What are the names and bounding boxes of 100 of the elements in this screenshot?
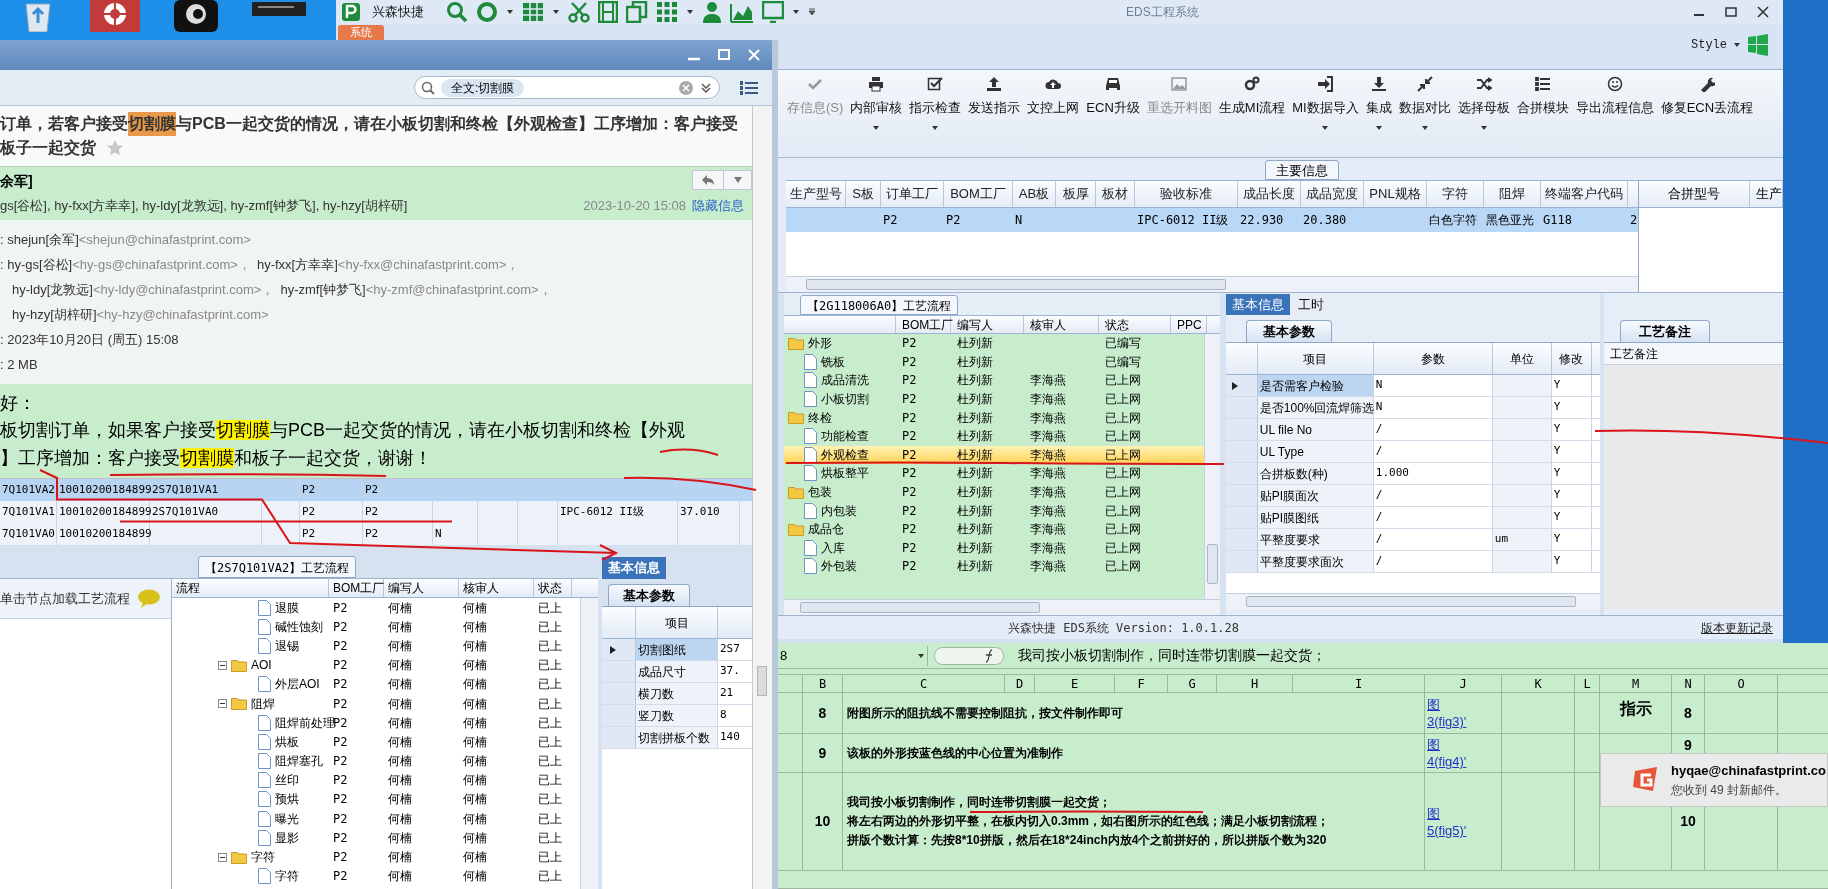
table-cell[interactable]: 贴PI膜图纸 [1257, 507, 1374, 528]
column-header[interactable]: 板材 [1096, 181, 1135, 207]
tree-row[interactable]: 成品仓 P2 杜列新 李海燕 已上网 [784, 519, 1204, 539]
tree-row[interactable]: 终检 P2 杜列新 李海燕 已上网 [784, 408, 1204, 427]
column-header[interactable]: E [1035, 675, 1115, 693]
ribbon-button[interactable]: 修复ECN丢流程 [1657, 76, 1757, 118]
tab[interactable]: 基本参数 [608, 584, 690, 606]
tree-row[interactable]: 阻焊 P2 何楠 何楠 已上 [172, 693, 580, 714]
tree-row[interactable]: 外层AOI P2 何楠 何楠 已上 [172, 674, 580, 694]
column-header[interactable]: PPC [1171, 316, 1207, 333]
tab[interactable]: 工时 [1291, 294, 1330, 315]
table-row[interactable]: P2 P2 N IPC-6012 II级 22.930 20.380 白色字符 黑色亚光 G118 2 [786, 208, 1638, 232]
copy-icon[interactable] [626, 1, 648, 23]
tree-row[interactable]: 字符 P2 何楠 何楠 已上 [172, 847, 580, 867]
column-header[interactable]: AB板 [1013, 181, 1056, 207]
customize-caret-icon[interactable] [808, 8, 816, 16]
tree-row[interactable]: 入库 P2 杜列新 李海燕 已上网 [784, 538, 1204, 558]
caret-icon[interactable] [686, 8, 694, 16]
column-header[interactable]: 阻焊 [1484, 181, 1541, 207]
column-header[interactable]: 合拼型号 [1639, 181, 1750, 207]
close-icon[interactable] [1757, 6, 1769, 18]
tree-row[interactable]: 曝光 P2 何楠 何楠 已上 [172, 809, 580, 829]
table-cell[interactable]: UL file No [1257, 419, 1374, 440]
tree-row[interactable]: 铣板 P2 杜列新 已编写 [784, 352, 1204, 372]
table-cell[interactable]: 贴PI膜面次 [1257, 485, 1374, 506]
ribbon-button[interactable]: 集成 [1362, 76, 1395, 132]
more-button[interactable] [724, 170, 752, 190]
tree-row[interactable]: 字符 P2 何楠 何楠 已上 [172, 866, 580, 886]
film-icon[interactable] [598, 1, 618, 23]
tree-row[interactable]: 显影 P2 何楠 何楠 已上 [172, 828, 580, 848]
hide-details-link[interactable]: 隐藏信息 [692, 196, 744, 216]
column-header[interactable]: 修改 [1551, 343, 1592, 374]
table-cell[interactable]: 平整度要求面次 [1257, 551, 1374, 572]
collapse-icon[interactable] [218, 852, 227, 862]
tree-row[interactable]: 烘板整平 P2 杜列新 李海燕 已上网 [784, 464, 1204, 483]
tab[interactable]: 基本信息 [602, 557, 666, 579]
tree-row[interactable]: 外包装 P2 杜列新 李海燕 已上网 [784, 557, 1204, 576]
collapse-icon[interactable] [218, 660, 227, 670]
table-cell[interactable]: 平整度要求 [1257, 529, 1374, 550]
caret-icon[interactable] [506, 8, 514, 16]
ribbon-button[interactable]: ECN升级 [1083, 76, 1143, 118]
tree-row[interactable]: 丝印 P2 何楠 何楠 已上 [172, 770, 580, 790]
vertical-scrollbar[interactable] [580, 598, 598, 889]
column-header[interactable]: C [843, 675, 1005, 693]
maximize-icon[interactable] [1725, 6, 1737, 18]
column-header[interactable]: 状态 [534, 579, 572, 597]
vertical-scrollbar[interactable] [1203, 334, 1220, 599]
column-header[interactable]: M [1600, 675, 1672, 693]
table-cell[interactable]: 切割拼板个数 [636, 727, 718, 748]
tree-row[interactable]: 退锡 P2 何楠 何楠 已上 [172, 636, 580, 656]
chart-icon[interactable] [730, 1, 754, 23]
tree-row[interactable]: 碱性蚀刻 P2 何楠 何楠 已上 [172, 617, 580, 637]
figure-link[interactable]: 图 5(fig5)' [1427, 804, 1501, 839]
ribbon-button[interactable]: 选择母板 [1454, 76, 1513, 132]
caret-icon[interactable] [552, 8, 560, 16]
table-cell[interactable]: 是否需客户检验 [1257, 375, 1374, 396]
star-icon[interactable] [106, 139, 124, 157]
column-header[interactable]: 成品宽度 [1301, 181, 1364, 207]
collapse-icon[interactable] [218, 699, 227, 709]
column-header[interactable]: 核审人 [1024, 316, 1099, 333]
column-header[interactable]: S板 [846, 181, 881, 207]
column-header[interactable]: 终端客户代码 [1541, 181, 1628, 207]
ribbon-button[interactable]: 数据对比 [1395, 76, 1454, 132]
column-header[interactable]: D [1005, 675, 1035, 693]
column-header[interactable]: 生产 [1750, 181, 1783, 207]
table-cell[interactable]: 合拼板数(种) [1257, 463, 1374, 484]
tree-row[interactable]: 外形 P2 杜列新 已编写 [784, 334, 1204, 353]
column-header[interactable]: 参数 [1373, 343, 1493, 374]
list-icon[interactable] [740, 80, 758, 95]
tab[interactable]: 基本参数 [1245, 320, 1332, 342]
column-header[interactable]: 板厚 [1056, 181, 1096, 207]
column-header[interactable]: G [1168, 675, 1217, 693]
tablet-icon[interactable] [762, 1, 784, 23]
column-header[interactable]: 生产型号 [786, 181, 846, 207]
column-header[interactable]: PNL规格 [1364, 181, 1427, 207]
column-header[interactable]: 单位 [1492, 343, 1552, 374]
column-header[interactable]: I [1293, 675, 1425, 693]
ribbon-button[interactable]: 生成MI流程 [1215, 76, 1289, 118]
column-header[interactable]: 字符 [1427, 181, 1484, 207]
column-header[interactable]: BOM工厂 [896, 316, 951, 333]
tree-row[interactable]: 预烘 P2 何楠 何楠 已上 [172, 789, 580, 810]
tree-row[interactable]: 小板切割 P2 杜列新 李海燕 已上网 [784, 389, 1204, 409]
ribbon-button[interactable]: 内部审核 [847, 76, 906, 132]
column-header[interactable]: 编写人 [384, 579, 459, 597]
tree-row[interactable]: 阻焊前处理P2 何楠 何楠 已上 [172, 713, 580, 733]
horizontal-scrollbar[interactable] [786, 276, 1638, 292]
clear-icon[interactable] [679, 80, 693, 95]
column-header[interactable]: B [803, 675, 843, 693]
column-header[interactable]: N [1672, 675, 1705, 693]
caret-icon[interactable] [1733, 41, 1741, 49]
search-field[interactable]: 全文:切割膜 [414, 76, 720, 99]
ribbon-button[interactable]: 导出流程信息 [1572, 76, 1657, 118]
lifebuoy-icon[interactable] [476, 1, 498, 23]
tree-row[interactable]: 包装 P2 杜列新 李海燕 已上网 [784, 482, 1204, 502]
column-header[interactable]: H [1217, 675, 1293, 693]
reply-button[interactable] [692, 170, 724, 190]
person-icon[interactable] [702, 1, 722, 23]
column-header[interactable]: 状态 [1099, 316, 1171, 333]
tree-row[interactable]: 烘板 P2 何楠 何楠 已上 [172, 732, 580, 752]
column-header[interactable]: L [1575, 675, 1600, 693]
